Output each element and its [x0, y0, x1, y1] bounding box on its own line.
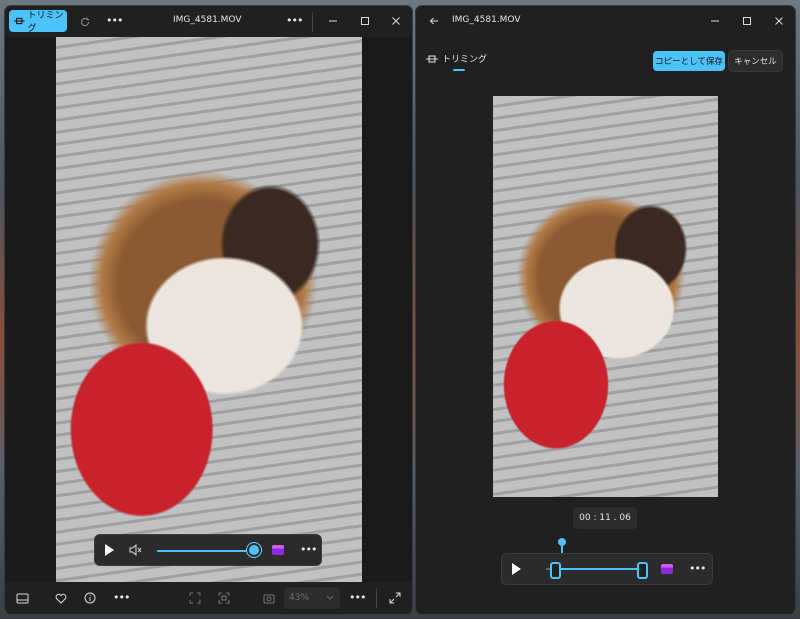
minimize-icon[interactable] — [318, 9, 348, 33]
close-icon[interactable] — [381, 9, 411, 33]
photos-viewer-window: トリミング ••• IMG_4581.MOV ••• ••• ••• 43% •… — [5, 6, 412, 614]
trim-start-handle[interactable] — [550, 562, 561, 579]
more-icon[interactable]: ••• — [689, 562, 706, 575]
clipchamp-icon[interactable] — [661, 564, 673, 574]
trim-icon — [426, 54, 438, 63]
trim-controls: ••• — [502, 554, 712, 584]
trim-range-track[interactable] — [554, 568, 642, 570]
trim-editor-window: IMG_4581.MOV トリミング コピーとして保存 キャンセル 00 : 1… — [416, 6, 795, 614]
filmstrip-icon[interactable] — [15, 591, 29, 605]
bottom-toolbar: ••• 43% ••• — [5, 582, 412, 614]
back-arrow-icon[interactable] — [420, 9, 448, 33]
maximize-icon[interactable] — [732, 9, 762, 33]
expand-icon[interactable] — [388, 591, 402, 605]
trim-button[interactable]: トリミング — [9, 10, 67, 34]
play-icon[interactable] — [105, 544, 114, 556]
divider — [376, 588, 377, 608]
tab-trim[interactable]: トリミング — [426, 52, 487, 65]
divider — [312, 12, 313, 32]
zoom-dropdown[interactable]: 43% — [284, 587, 340, 609]
trim-end-handle[interactable] — [637, 562, 648, 579]
heart-icon[interactable] — [54, 591, 68, 605]
save-as-copy-button[interactable]: コピーとして保存 — [653, 51, 725, 71]
clipchamp-icon[interactable] — [272, 545, 284, 555]
cancel-button[interactable]: キャンセル — [729, 51, 782, 71]
trim-button-label: トリミング — [27, 11, 64, 34]
playback-controls: ••• — [95, 535, 321, 565]
playhead-knob[interactable] — [558, 538, 566, 546]
more-icon[interactable]: ••• — [106, 14, 123, 27]
actual-size-icon[interactable] — [217, 591, 231, 605]
minimize-icon[interactable] — [700, 9, 730, 33]
screenshot-icon[interactable] — [262, 591, 276, 605]
window-title: IMG_4581.MOV — [173, 15, 242, 25]
fit-icon[interactable] — [188, 591, 202, 605]
zoom-value: 43% — [289, 593, 310, 603]
tab-selected-indicator — [453, 69, 465, 71]
timestamp: 00 : 11 . 06 — [573, 507, 637, 529]
trim-icon — [14, 17, 25, 25]
media-viewer: ••• — [5, 37, 412, 582]
close-icon[interactable] — [764, 9, 794, 33]
rotate-icon[interactable] — [71, 10, 99, 34]
title-bar: トリミング ••• IMG_4581.MOV ••• — [5, 6, 412, 36]
more-icon[interactable]: ••• — [300, 543, 317, 556]
more-icon[interactable]: ••• — [286, 14, 303, 27]
video-frame[interactable] — [56, 37, 362, 582]
mute-icon[interactable] — [129, 543, 143, 557]
more-icon[interactable]: ••• — [349, 591, 366, 604]
volume-slider-track[interactable] — [157, 550, 253, 552]
info-icon[interactable] — [83, 591, 97, 605]
video-preview — [493, 96, 718, 497]
tab-trim-label: トリミング — [442, 55, 488, 65]
volume-slider-thumb[interactable] — [249, 545, 259, 555]
more-icon[interactable]: ••• — [113, 591, 130, 604]
chevron-down-icon — [326, 595, 334, 600]
title-bar: IMG_4581.MOV — [416, 6, 795, 36]
maximize-icon[interactable] — [350, 9, 380, 33]
window-title: IMG_4581.MOV — [452, 15, 521, 25]
play-icon[interactable] — [512, 563, 521, 575]
